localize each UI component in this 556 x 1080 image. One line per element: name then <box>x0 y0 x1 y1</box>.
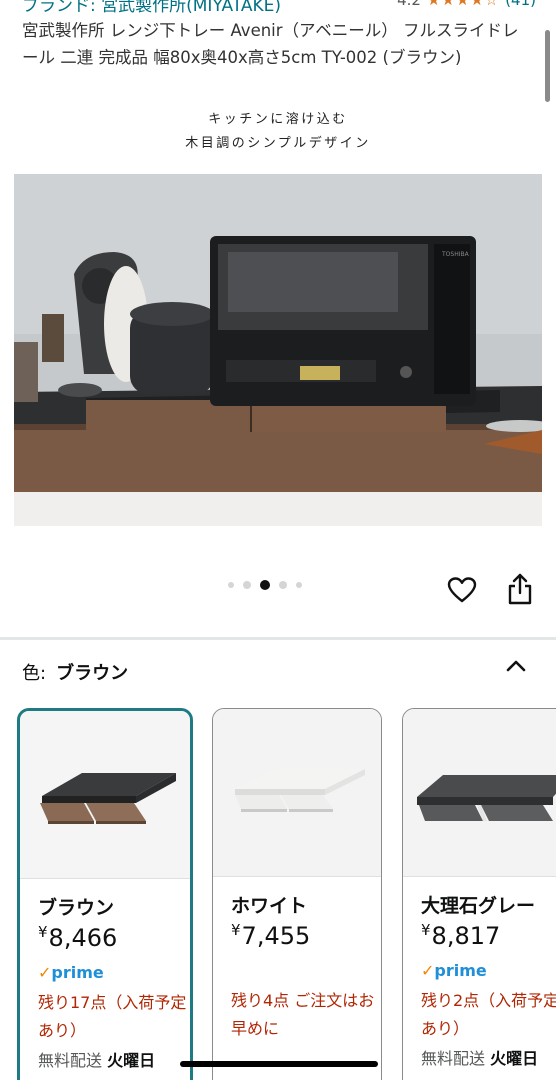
share-button[interactable] <box>503 571 537 607</box>
color-selection-header: 色: ブラウン <box>22 659 128 685</box>
swatch-price: ¥8,466 <box>38 923 118 952</box>
swatch-price: ¥7,455 <box>231 921 311 950</box>
share-icon <box>508 573 532 605</box>
carousel-dot-3-active[interactable] <box>260 580 270 590</box>
rating-value: 4.2 <box>397 0 421 9</box>
prime-badge: ✓prime <box>38 963 104 982</box>
swatch-name: ホワイト <box>231 895 308 917</box>
stock-status: 残り4点 ご注文はお早めに <box>231 991 375 1038</box>
stock-status: 残り17点（入荷予定あり） <box>38 993 187 1040</box>
shipping-info: 無料配送 火曜日 <box>38 1051 156 1070</box>
collapse-variations-button[interactable] <box>503 655 529 677</box>
swatch-image-brown <box>20 711 190 879</box>
tray-white-image <box>235 769 365 812</box>
swatch-name: ブラウン <box>38 897 115 919</box>
rating-count[interactable]: (41) <box>505 0 536 9</box>
image-carousel-dots[interactable] <box>228 580 302 590</box>
swatch-image-white <box>213 709 381 877</box>
shipping-info: 無料配送 火曜日 <box>421 1049 539 1068</box>
brand-link[interactable]: ブランド: 宮武製作所(MIYATAKE) <box>22 0 281 16</box>
rating-summary[interactable]: 4.2 ★★★★☆ (41) <box>397 0 536 9</box>
product-title: 宮武製作所 レンジ下トレー Avenir（アベニール） フルスライドレール 二連… <box>22 21 519 67</box>
tray-marble-gray-image <box>417 775 556 821</box>
rating-stars-icon: ★★★★☆ <box>426 0 500 9</box>
carousel-dot-2[interactable] <box>243 581 251 589</box>
heart-icon <box>447 577 477 603</box>
color-option-white[interactable]: ホワイト ¥7,455 残り4点 ご注文はお早めに <box>212 708 382 1080</box>
product-image-gallery[interactable]: キッチンに溶け込む 木目調のシンプルデザイン TOSHIBA <box>0 106 556 566</box>
prime-check-icon: ✓ <box>38 963 52 982</box>
microwave-brand: TOSHIBA <box>441 251 470 258</box>
carousel-dot-4[interactable] <box>279 581 287 589</box>
kitchen-scene-illustration: TOSHIBA <box>14 174 542 526</box>
carousel-dot-1[interactable] <box>228 582 234 588</box>
swatch-price: ¥8,817 <box>421 921 501 950</box>
wishlist-button[interactable] <box>445 573 479 607</box>
product-photo[interactable]: TOSHIBA <box>14 174 542 526</box>
tray-brown-image <box>40 773 176 824</box>
prime-check-icon: ✓ <box>421 961 435 980</box>
color-option-marble-gray[interactable]: 大理石グレー ¥8,817 ✓prime 残り2点（入荷予定あり） 無料配送 火… <box>402 708 556 1080</box>
color-label: 色: <box>22 663 47 684</box>
carousel-dot-5[interactable] <box>296 582 302 588</box>
image-caption-line1: キッチンに溶け込む <box>208 112 348 127</box>
chevron-up-icon <box>506 660 526 672</box>
section-divider <box>0 637 556 640</box>
image-caption-line2: 木目調のシンプルデザイン <box>185 136 371 151</box>
color-option-brown[interactable]: ブラウン ¥8,466 ✓prime 残り17点（入荷予定あり） 無料配送 火曜… <box>17 708 193 1080</box>
swatch-name: 大理石グレー <box>421 895 536 917</box>
selected-color-value: ブラウン <box>56 663 129 684</box>
swatch-image-marble-gray <box>403 709 556 877</box>
stock-status: 残り2点（入荷予定あり） <box>421 991 556 1038</box>
prime-badge: ✓prime <box>421 961 487 980</box>
home-indicator[interactable] <box>180 1061 378 1067</box>
scrollbar-thumb[interactable] <box>545 30 550 102</box>
